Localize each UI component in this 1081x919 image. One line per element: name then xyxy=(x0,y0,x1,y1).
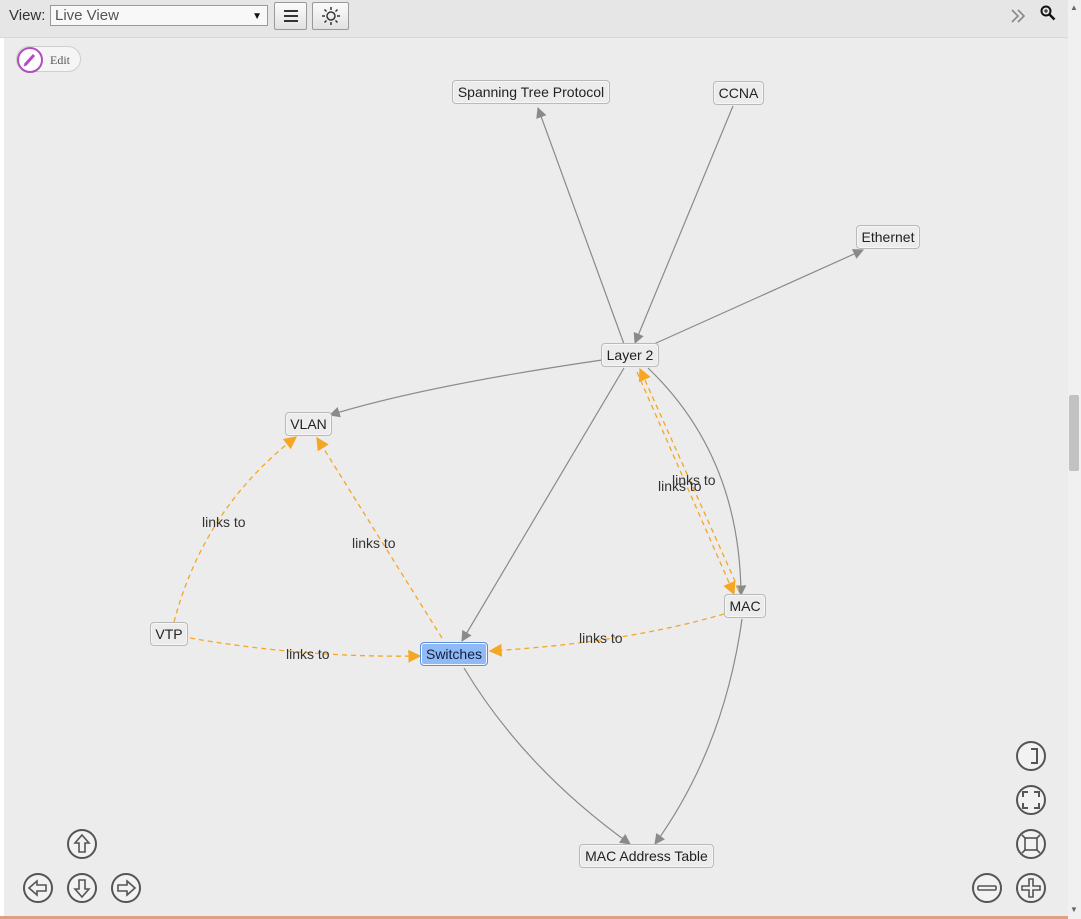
node-mac-address-table[interactable]: MAC Address Table xyxy=(579,844,714,868)
edge-label-switches-vlan: links to xyxy=(352,535,396,551)
scroll-down-arrow-icon[interactable]: ▼ xyxy=(1069,905,1079,914)
dropdown-arrow-icon: ▼ xyxy=(252,11,262,22)
edge-ccna-layer2[interactable] xyxy=(633,105,734,344)
bracket-icon xyxy=(1031,748,1038,764)
menu-button[interactable] xyxy=(274,2,307,30)
node-ethernet[interactable]: Ethernet xyxy=(856,225,920,249)
edge-label-mac-switches: links to xyxy=(579,630,623,646)
edge-layer2-vlan[interactable] xyxy=(328,359,603,418)
scroll-up-arrow-icon[interactable]: ▲ xyxy=(1069,3,1079,12)
arrow-up-icon xyxy=(73,833,91,853)
edge-label-layer2-mac-b: links to xyxy=(658,478,702,494)
view-select[interactable]: Live View ▼ xyxy=(50,5,268,26)
edge-layer2-stp[interactable] xyxy=(536,106,625,345)
arrow-left-icon xyxy=(27,879,47,897)
pencil-icon xyxy=(17,47,43,73)
node-switches[interactable]: Switches xyxy=(420,642,488,666)
view-select-value: Live View xyxy=(55,7,119,24)
toolbar: View: Live View ▼ xyxy=(0,0,1068,38)
node-vlan[interactable]: VLAN xyxy=(285,412,332,436)
plus-icon xyxy=(1021,878,1041,898)
theme-button[interactable] xyxy=(312,2,349,30)
node-mac[interactable]: MAC xyxy=(724,594,766,618)
view-label: View: xyxy=(9,7,46,24)
pan-right-button[interactable] xyxy=(111,873,141,903)
fullscreen-icon xyxy=(1022,791,1040,809)
node-ccna[interactable]: CCNA xyxy=(713,81,764,105)
node-layer-2[interactable]: Layer 2 xyxy=(601,343,659,367)
graph-canvas[interactable]: Edit links to links to links to links to… xyxy=(4,38,1068,916)
fit-selection-button[interactable] xyxy=(1016,741,1046,771)
zoom-out-button[interactable] xyxy=(972,873,1002,903)
node-vtp[interactable]: VTP xyxy=(150,622,188,646)
edge-layer2-switches[interactable] xyxy=(461,367,625,642)
edit-button[interactable]: Edit xyxy=(16,46,81,73)
arrow-right-icon xyxy=(117,879,137,897)
pan-down-button[interactable] xyxy=(67,873,97,903)
edge-switches-mactable[interactable] xyxy=(463,667,631,845)
graph-edges xyxy=(173,105,864,845)
edge-layer2-ethernet[interactable] xyxy=(653,249,864,345)
zoom-extent-button[interactable] xyxy=(1016,829,1046,859)
edge-mac-mactable[interactable] xyxy=(654,618,743,845)
fullscreen-button[interactable] xyxy=(1016,785,1046,815)
edge-label-vtp-vlan: links to xyxy=(202,514,246,530)
hamburger-icon xyxy=(283,10,298,22)
pan-up-button[interactable] xyxy=(67,829,97,859)
edit-label: Edit xyxy=(50,53,70,67)
pan-left-button[interactable] xyxy=(23,873,53,903)
double-chevron-right-icon[interactable] xyxy=(1010,8,1026,24)
scrollbar-thumb[interactable] xyxy=(1069,395,1079,471)
sun-icon xyxy=(321,7,340,25)
zoom-search-icon[interactable] xyxy=(1040,5,1056,21)
arrow-down-icon xyxy=(73,879,91,899)
minus-icon xyxy=(977,885,997,891)
node-spanning-tree-protocol[interactable]: Spanning Tree Protocol xyxy=(452,80,610,104)
zoom-in-button[interactable] xyxy=(1016,873,1046,903)
zoom-extent-icon xyxy=(1021,834,1041,854)
edge-label-vtp-switches: links to xyxy=(286,646,330,662)
